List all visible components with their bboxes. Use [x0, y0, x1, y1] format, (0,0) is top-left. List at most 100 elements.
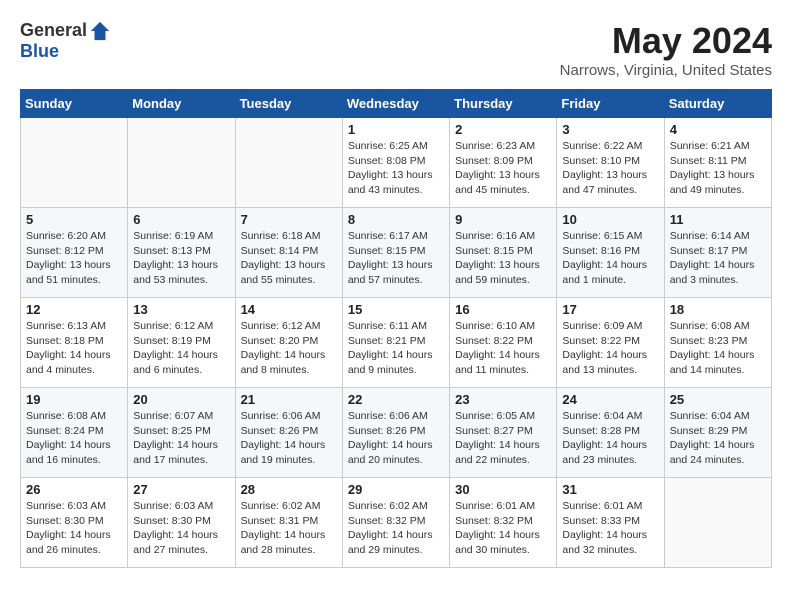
- day-number: 15: [348, 302, 444, 317]
- day-info: Sunrise: 6:05 AMSunset: 8:27 PMDaylight:…: [455, 409, 551, 468]
- calendar-cell: 21 Sunrise: 6:06 AMSunset: 8:26 PMDayligh…: [235, 388, 342, 478]
- calendar-cell: 26 Sunrise: 6:03 AMSunset: 8:30 PMDayligh…: [21, 478, 128, 568]
- logo-blue: Blue: [20, 42, 111, 62]
- day-number: 27: [133, 482, 229, 497]
- day-number: 14: [241, 302, 337, 317]
- column-header-tuesday: Tuesday: [235, 90, 342, 118]
- page-header: General Blue May 2024 Narrows, Virginia,…: [20, 20, 772, 79]
- calendar-cell: 23 Sunrise: 6:05 AMSunset: 8:27 PMDayligh…: [450, 388, 557, 478]
- calendar-cell: 17Sunrise: 6:09 AMSunset: 8:22 PMDayligh…: [557, 298, 664, 388]
- day-number: 6: [133, 212, 229, 227]
- column-header-sunday: Sunday: [21, 90, 128, 118]
- calendar-cell: 12 Sunrise: 6:13 AMSunset: 8:18 PMDayligh…: [21, 298, 128, 388]
- day-number: 5: [26, 212, 122, 227]
- day-info: Sunrise: 6:04 AMSunset: 8:28 PMDaylight:…: [562, 409, 658, 468]
- calendar-cell: 2 Sunrise: 6:23 AMSunset: 8:09 PMDaylight…: [450, 118, 557, 208]
- day-info: Sunrise: 6:21 AMSunset: 8:11 PMDaylight:…: [670, 139, 766, 198]
- column-header-monday: Monday: [128, 90, 235, 118]
- calendar-cell: [664, 478, 771, 568]
- calendar-week-row: 12 Sunrise: 6:13 AMSunset: 8:18 PMDayligh…: [21, 298, 772, 388]
- day-info: Sunrise: 6:18 AMSunset: 8:14 PMDaylight:…: [241, 229, 337, 288]
- calendar-header-row: SundayMondayTuesdayWednesdayThursdayFrid…: [21, 90, 772, 118]
- calendar-cell: 1Sunrise: 6:25 AMSunset: 8:08 PMDaylight…: [342, 118, 449, 208]
- day-info: Sunrise: 6:11 AMSunset: 8:21 PMDaylight:…: [348, 319, 444, 378]
- calendar-cell: 6 Sunrise: 6:19 AMSunset: 8:13 PMDaylight…: [128, 208, 235, 298]
- calendar-cell: 14Sunrise: 6:12 AMSunset: 8:20 PMDayligh…: [235, 298, 342, 388]
- day-info: Sunrise: 6:01 AMSunset: 8:33 PMDaylight:…: [562, 499, 658, 558]
- day-info: Sunrise: 6:16 AMSunset: 8:15 PMDaylight:…: [455, 229, 551, 288]
- day-info: Sunrise: 6:15 AMSunset: 8:16 PMDaylight:…: [562, 229, 658, 288]
- calendar-week-row: 1Sunrise: 6:25 AMSunset: 8:08 PMDaylight…: [21, 118, 772, 208]
- calendar-cell: 13Sunrise: 6:12 AMSunset: 8:19 PMDayligh…: [128, 298, 235, 388]
- calendar-cell: 30Sunrise: 6:01 AMSunset: 8:32 PMDayligh…: [450, 478, 557, 568]
- day-number: 1: [348, 122, 444, 137]
- calendar-week-row: 5 Sunrise: 6:20 AMSunset: 8:12 PMDaylight…: [21, 208, 772, 298]
- day-info: Sunrise: 6:17 AMSunset: 8:15 PMDaylight:…: [348, 229, 444, 288]
- calendar-table: SundayMondayTuesdayWednesdayThursdayFrid…: [20, 89, 772, 568]
- logo-icon: [89, 20, 111, 42]
- day-number: 10: [562, 212, 658, 227]
- calendar-cell: 4Sunrise: 6:21 AMSunset: 8:11 PMDaylight…: [664, 118, 771, 208]
- column-header-thursday: Thursday: [450, 90, 557, 118]
- logo-general: General: [20, 21, 87, 41]
- day-info: Sunrise: 6:13 AMSunset: 8:18 PMDaylight:…: [26, 319, 122, 378]
- day-info: Sunrise: 6:20 AMSunset: 8:12 PMDaylight:…: [26, 229, 122, 288]
- day-info: Sunrise: 6:09 AMSunset: 8:22 PMDaylight:…: [562, 319, 658, 378]
- title-area: May 2024 Narrows, Virginia, United State…: [560, 20, 772, 79]
- calendar-cell: 9 Sunrise: 6:16 AMSunset: 8:15 PMDaylight…: [450, 208, 557, 298]
- calendar-cell: 16Sunrise: 6:10 AMSunset: 8:22 PMDayligh…: [450, 298, 557, 388]
- day-info: Sunrise: 6:22 AMSunset: 8:10 PMDaylight:…: [562, 139, 658, 198]
- calendar-cell: 20Sunrise: 6:07 AMSunset: 8:25 PMDayligh…: [128, 388, 235, 478]
- calendar-cell: [235, 118, 342, 208]
- calendar-week-row: 19 Sunrise: 6:08 AMSunset: 8:24 PMDayligh…: [21, 388, 772, 478]
- calendar-cell: 18Sunrise: 6:08 AMSunset: 8:23 PMDayligh…: [664, 298, 771, 388]
- day-number: 26: [26, 482, 122, 497]
- calendar-cell: [21, 118, 128, 208]
- calendar-cell: 22 Sunrise: 6:06 AMSunset: 8:26 PMDayligh…: [342, 388, 449, 478]
- calendar-cell: 10 Sunrise: 6:15 AMSunset: 8:16 PMDayligh…: [557, 208, 664, 298]
- day-info: Sunrise: 6:06 AMSunset: 8:26 PMDaylight:…: [241, 409, 337, 468]
- day-number: 29: [348, 482, 444, 497]
- calendar-cell: 7 Sunrise: 6:18 AMSunset: 8:14 PMDaylight…: [235, 208, 342, 298]
- day-number: 18: [670, 302, 766, 317]
- column-header-wednesday: Wednesday: [342, 90, 449, 118]
- day-info: Sunrise: 6:19 AMSunset: 8:13 PMDaylight:…: [133, 229, 229, 288]
- day-number: 12: [26, 302, 122, 317]
- day-info: Sunrise: 6:02 AMSunset: 8:31 PMDaylight:…: [241, 499, 337, 558]
- day-info: Sunrise: 6:08 AMSunset: 8:24 PMDaylight:…: [26, 409, 122, 468]
- day-info: Sunrise: 6:14 AMSunset: 8:17 PMDaylight:…: [670, 229, 766, 288]
- day-number: 19: [26, 392, 122, 407]
- day-info: Sunrise: 6:01 AMSunset: 8:32 PMDaylight:…: [455, 499, 551, 558]
- day-info: Sunrise: 6:23 AMSunset: 8:09 PMDaylight:…: [455, 139, 551, 198]
- calendar-cell: 19 Sunrise: 6:08 AMSunset: 8:24 PMDayligh…: [21, 388, 128, 478]
- logo: General Blue: [20, 20, 111, 62]
- location: Narrows, Virginia, United States: [560, 62, 772, 79]
- day-number: 25: [670, 392, 766, 407]
- calendar-cell: [128, 118, 235, 208]
- day-number: 31: [562, 482, 658, 497]
- day-number: 21: [241, 392, 337, 407]
- calendar-cell: 11 Sunrise: 6:14 AMSunset: 8:17 PMDayligh…: [664, 208, 771, 298]
- day-info: Sunrise: 6:06 AMSunset: 8:26 PMDaylight:…: [348, 409, 444, 468]
- column-header-saturday: Saturday: [664, 90, 771, 118]
- day-number: 23: [455, 392, 551, 407]
- day-number: 11: [670, 212, 766, 227]
- day-number: 7: [241, 212, 337, 227]
- day-number: 16: [455, 302, 551, 317]
- calendar-week-row: 26 Sunrise: 6:03 AMSunset: 8:30 PMDayligh…: [21, 478, 772, 568]
- day-info: Sunrise: 6:03 AMSunset: 8:30 PMDaylight:…: [26, 499, 122, 558]
- day-number: 22: [348, 392, 444, 407]
- calendar-cell: 31 Sunrise: 6:01 AMSunset: 8:33 PMDayligh…: [557, 478, 664, 568]
- day-number: 20: [133, 392, 229, 407]
- day-number: 24: [562, 392, 658, 407]
- month-title: May 2024: [560, 20, 772, 62]
- day-number: 13: [133, 302, 229, 317]
- day-number: 9: [455, 212, 551, 227]
- calendar-cell: 24 Sunrise: 6:04 AMSunset: 8:28 PMDayligh…: [557, 388, 664, 478]
- day-number: 28: [241, 482, 337, 497]
- column-header-friday: Friday: [557, 90, 664, 118]
- calendar-cell: 29Sunrise: 6:02 AMSunset: 8:32 PMDayligh…: [342, 478, 449, 568]
- day-info: Sunrise: 6:03 AMSunset: 8:30 PMDaylight:…: [133, 499, 229, 558]
- day-number: 2: [455, 122, 551, 137]
- calendar-cell: 27 Sunrise: 6:03 AMSunset: 8:30 PMDayligh…: [128, 478, 235, 568]
